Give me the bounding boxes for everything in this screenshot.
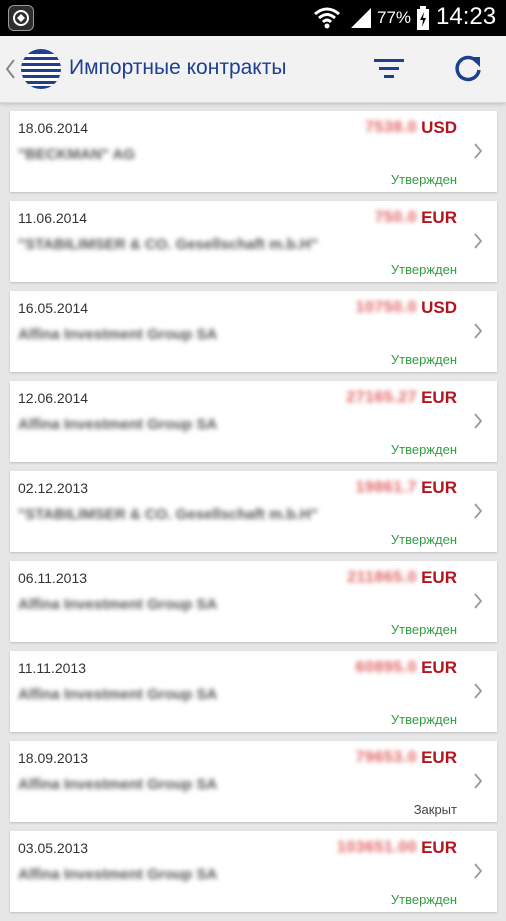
contract-currency: EUR xyxy=(421,748,457,767)
contract-card[interactable]: 06.11.2013 211865.0 EUR Alfina Investmen… xyxy=(10,561,497,642)
contract-status: Утвержден xyxy=(390,532,457,547)
chevron-right-icon xyxy=(474,503,483,519)
contract-counterparty: Alfina Investment Group SA xyxy=(18,776,218,793)
contract-amount: 750.0 xyxy=(374,209,417,226)
app-notification-icon xyxy=(8,5,34,31)
chevron-right-icon xyxy=(474,233,483,249)
battery-percent: 77% xyxy=(377,8,412,27)
contract-counterparty: Alfina Investment Group SA xyxy=(18,416,218,433)
contract-date: 18.06.2014 xyxy=(18,120,89,136)
contract-card[interactable]: 11.06.2014 750.0 EUR "STABILIMSER & CO. … xyxy=(10,201,497,282)
contract-status: Утвержден xyxy=(390,262,457,277)
contract-status: Утвержден xyxy=(390,712,457,727)
filter-icon xyxy=(374,59,404,78)
contract-status: Утвержден xyxy=(390,622,457,637)
contract-counterparty: Alfina Investment Group SA xyxy=(18,866,218,883)
contract-card[interactable]: 16.05.2014 10750.0 USD Alfina Investment… xyxy=(10,291,497,372)
contract-date: 02.12.2013 xyxy=(18,480,89,496)
contract-date: 11.11.2013 xyxy=(18,660,86,676)
contract-counterparty: "STABILIMSER & CO. Gesellschaft m.b.H" xyxy=(18,506,318,523)
contract-status: Закрыт xyxy=(413,802,457,817)
contract-card[interactable]: 18.06.2014 7538.0 USD "BECKMAN" AG Утвер… xyxy=(10,111,497,192)
globe-logo-icon[interactable] xyxy=(20,48,62,90)
contract-card[interactable]: 02.12.2013 19861.7 EUR "STABILIMSER & CO… xyxy=(10,471,497,552)
contract-card[interactable]: 11.11.2013 60895.0 EUR Alfina Investment… xyxy=(10,651,497,732)
contract-amount: 79653.0 xyxy=(355,749,417,766)
chevron-right-icon xyxy=(474,683,483,699)
filter-button[interactable] xyxy=(372,56,406,82)
signal-icon xyxy=(351,8,371,28)
contract-currency: EUR xyxy=(421,208,457,227)
contract-currency: EUR xyxy=(421,658,457,677)
clock: 14:23 xyxy=(436,3,497,30)
contract-card[interactable]: 12.06.2014 27165.27 EUR Alfina Investmen… xyxy=(10,381,497,462)
chevron-right-icon xyxy=(474,143,483,159)
contract-amount: 19861.7 xyxy=(355,479,417,496)
contract-amount: 10750.0 xyxy=(355,299,417,316)
refresh-icon xyxy=(455,55,481,82)
contract-status: Утвержден xyxy=(390,352,457,367)
contract-amount: 7538.0 xyxy=(365,119,417,136)
chevron-right-icon xyxy=(474,863,483,879)
chevron-right-icon xyxy=(474,773,483,789)
status-bar: 77% 14:23 xyxy=(0,0,506,36)
contract-status: Утвержден xyxy=(390,442,457,457)
battery-icon xyxy=(417,6,429,30)
contract-date: 12.06.2014 xyxy=(18,390,89,406)
chevron-right-icon xyxy=(474,593,483,609)
back-chevron-icon[interactable] xyxy=(4,58,16,80)
contract-counterparty: Alfina Investment Group SA xyxy=(18,596,218,613)
contract-currency: EUR xyxy=(421,478,457,497)
contract-amount: 60895.0 xyxy=(355,659,417,676)
contract-counterparty: "STABILIMSER & CO. Gesellschaft m.b.H" xyxy=(18,236,318,253)
chevron-right-icon xyxy=(474,323,483,339)
contract-currency: USD xyxy=(421,298,457,317)
page-title: Импортные контракты xyxy=(69,56,287,79)
contract-currency: EUR xyxy=(421,568,457,587)
contract-date: 03.05.2013 xyxy=(18,840,89,856)
contract-date: 06.11.2013 xyxy=(18,570,88,586)
contract-counterparty: Alfina Investment Group SA xyxy=(18,326,218,343)
app-bar: Импортные контракты xyxy=(0,36,506,103)
contract-date: 16.05.2014 xyxy=(18,300,89,316)
refresh-button[interactable] xyxy=(452,53,484,85)
contract-date: 18.09.2013 xyxy=(18,750,89,766)
contract-date: 11.06.2014 xyxy=(18,210,88,226)
contract-amount: 103651.00 xyxy=(336,839,417,856)
contract-status: Утвержден xyxy=(390,172,457,187)
contract-counterparty: "BECKMAN" AG xyxy=(18,146,135,163)
contract-currency: EUR xyxy=(421,388,457,407)
contract-amount: 211865.0 xyxy=(347,569,417,586)
contract-card[interactable]: 18.09.2013 79653.0 EUR Alfina Investment… xyxy=(10,741,497,822)
contracts-list: 18.06.2014 7538.0 USD "BECKMAN" AG Утвер… xyxy=(10,111,497,921)
wifi-icon xyxy=(314,7,340,29)
contract-currency: USD xyxy=(421,118,457,137)
contract-currency: EUR xyxy=(421,838,457,857)
chevron-right-icon xyxy=(474,413,483,429)
contract-counterparty: Alfina Investment Group SA xyxy=(18,686,218,703)
contract-amount: 27165.27 xyxy=(346,389,417,406)
